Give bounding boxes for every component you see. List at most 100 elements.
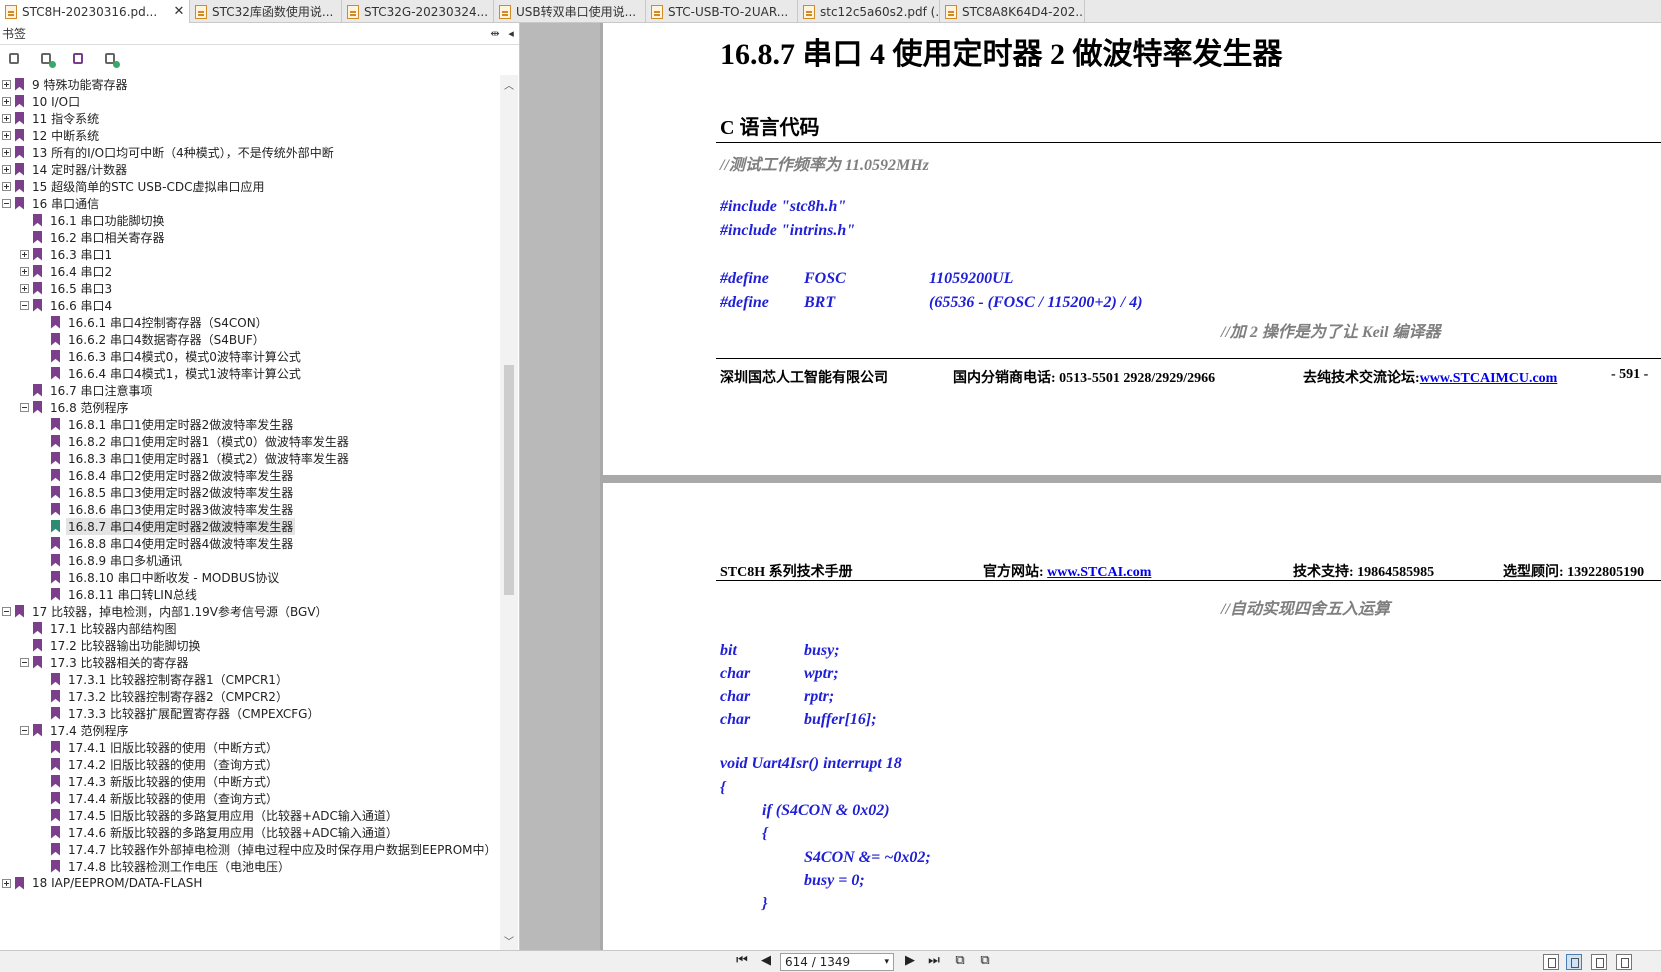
collapse-icon[interactable] <box>20 657 29 667</box>
bookmark-item[interactable]: 16.8.11 串口转LIN总线 <box>0 585 500 603</box>
collapse-icon[interactable] <box>20 300 29 310</box>
bookmark-item[interactable]: 17.4 范例程序 <box>0 721 500 739</box>
bookmark-item[interactable]: 16.4 串口2 <box>0 262 500 280</box>
bookmark-add-icon[interactable] <box>38 51 56 69</box>
bookmark-item[interactable]: 16.8.9 串口多机通讯 <box>0 551 500 569</box>
bookmark-item[interactable]: 16 串口通信 <box>0 194 500 212</box>
expand-icon[interactable] <box>2 96 11 106</box>
chevron-down-icon[interactable]: ▾ <box>884 954 889 970</box>
tab-close-icon[interactable]: ✕ <box>172 4 186 19</box>
expand-icon[interactable] <box>2 113 11 123</box>
collapse-icon[interactable] <box>20 402 29 412</box>
bookmark-item[interactable]: 17 比较器，掉电检测，内部1.19V参考信号源（BGV） <box>0 602 500 620</box>
page-number-field[interactable]: 614 / 1349 ▾ <box>780 953 894 971</box>
collapse-icon[interactable] <box>20 725 29 735</box>
bookmark-item[interactable]: 16.8.2 串口1使用定时器1（模式0）做波特率发生器 <box>0 432 500 450</box>
bookmark-item[interactable]: 16.8.10 串口中断收发 - MODBUS协议 <box>0 568 500 586</box>
view-forward-icon[interactable]: ⧉ <box>975 953 995 968</box>
panel-options-icon[interactable]: ⇹ <box>487 27 503 40</box>
bookmark-item[interactable]: 17.4.5 旧版比较器的多路复用应用（比较器+ADC输入通道） <box>0 806 500 824</box>
expand-icon[interactable] <box>2 147 11 157</box>
bookmark-item[interactable]: 16.3 串口1 <box>0 245 500 263</box>
bookmark-item[interactable]: 16.8.7 串口4使用定时器2做波特率发生器 <box>0 517 500 535</box>
bookmark-item[interactable]: 9 特殊功能寄存器 <box>0 75 500 93</box>
tab-document[interactable]: STC32G-20230324... <box>342 0 494 23</box>
bookmark-item[interactable]: 17.2 比较器输出功能脚切换 <box>0 636 500 654</box>
facing-view-icon[interactable] <box>1591 954 1607 970</box>
collapse-icon[interactable] <box>2 606 11 616</box>
bookmark-item[interactable]: 17.4.8 比较器检测工作电压（电池电压） <box>0 857 500 875</box>
bookmark-item[interactable]: 14 定时器/计数器 <box>0 160 500 178</box>
bookmark-search-icon[interactable] <box>102 51 120 69</box>
expand-icon[interactable] <box>2 181 11 191</box>
tab-document[interactable]: USB转双串口使用说... <box>494 0 646 23</box>
bookmark-item[interactable]: 16.6 串口4 <box>0 296 500 314</box>
expand-icon[interactable] <box>20 249 29 259</box>
expand-icon[interactable] <box>20 283 29 293</box>
bookmark-item[interactable]: 16.8.4 串口2使用定时器2做波特率发生器 <box>0 466 500 484</box>
bookmark-item[interactable]: 17.3.3 比较器扩展配置寄存器（CMPEXCFG） <box>0 704 500 722</box>
tab-document[interactable]: STC8A8K64D4-202... <box>940 0 1085 23</box>
expand-icon[interactable] <box>2 79 11 89</box>
prev-page-icon[interactable]: ◀ <box>756 953 776 968</box>
bookmark-item[interactable]: 17.4.6 新版比较器的多路复用应用（比较器+ADC输入通道） <box>0 823 500 841</box>
bookmark-label: 16.8.10 串口中断收发 - MODBUS协议 <box>68 570 280 585</box>
bookmark-expand-icon[interactable] <box>6 51 24 69</box>
bookmark-item[interactable]: 16.6.1 串口4控制寄存器（S4CON） <box>0 313 500 331</box>
view-back-icon[interactable]: ⧉ <box>950 953 970 968</box>
bookmark-item[interactable]: 16.8 范例程序 <box>0 398 500 416</box>
scroll-down-icon[interactable]: ﹀ <box>500 933 518 948</box>
bookmark-item[interactable]: 16.8.5 串口3使用定时器2做波特率发生器 <box>0 483 500 501</box>
bookmark-item[interactable]: 15 超级简单的STC USB-CDC虚拟串口应用 <box>0 177 500 195</box>
bookmark-item[interactable]: 16.6.3 串口4模式0，模式0波特率计算公式 <box>0 347 500 365</box>
bookmark-item[interactable]: 16.7 串口注意事项 <box>0 381 500 399</box>
bookmark-item[interactable]: 17.3.2 比较器控制寄存器2（CMPCR2） <box>0 687 500 705</box>
bookmark-item[interactable]: 17.3.1 比较器控制寄存器1（CMPCR1） <box>0 670 500 688</box>
bookmark-goto-icon[interactable] <box>70 51 88 69</box>
first-page-icon[interactable]: ⏮ <box>732 953 752 968</box>
tab-document[interactable]: stc12c5a60s2.pdf (... <box>798 0 940 23</box>
bookmark-item[interactable]: 18 IAP/EEPROM/DATA-FLASH <box>0 874 500 892</box>
bookmark-item[interactable]: 16.2 串口相关寄存器 <box>0 228 500 246</box>
bookmark-item[interactable]: 16.1 串口功能脚切换 <box>0 211 500 229</box>
expand-icon[interactable] <box>20 266 29 276</box>
bookmark-item[interactable]: 17.4.4 新版比较器的使用（查询方式） <box>0 789 500 807</box>
bookmark-item[interactable]: 17.1 比较器内部结构图 <box>0 619 500 637</box>
next-page-icon[interactable]: ▶ <box>900 953 920 968</box>
expand-icon[interactable] <box>2 878 11 888</box>
scroll-up-icon[interactable]: ︿ <box>500 77 518 92</box>
cover-view-icon[interactable] <box>1616 954 1632 970</box>
bookmark-item[interactable]: 17.4.2 旧版比较器的使用（查询方式） <box>0 755 500 773</box>
bookmark-item[interactable]: 16.8.1 串口1使用定时器2做波特率发生器 <box>0 415 500 433</box>
bookmark-item[interactable]: 16.5 串口3 <box>0 279 500 297</box>
forum-link[interactable]: www.STCAIMCU.com <box>1420 371 1558 386</box>
bookmark-item[interactable]: 17.4.7 比较器作外部掉电检测（掉电过程中应及时保存用户数据到EEPROM中… <box>0 840 500 858</box>
bookmark-item[interactable]: 13 所有的I/O口均可中断（4种模式），不是传统外部中断 <box>0 143 500 161</box>
bookmark-item[interactable]: 10 I/O口 <box>0 92 500 110</box>
tab-document[interactable]: STC-USB-TO-2UAR... <box>646 0 798 23</box>
bookmark-item[interactable]: 17.4.3 新版比较器的使用（中断方式） <box>0 772 500 790</box>
bookmark-item[interactable]: 17.3 比较器相关的寄存器 <box>0 653 500 671</box>
bookmark-label: 17.2 比较器输出功能脚切换 <box>50 638 201 653</box>
bookmark-scroll-thumb[interactable] <box>504 365 514 595</box>
bookmark-item[interactable]: 16.6.4 串口4模式1，模式1波特率计算公式 <box>0 364 500 382</box>
collapse-icon[interactable] <box>2 198 11 208</box>
panel-collapse-icon[interactable]: ◂ <box>503 27 519 40</box>
bookmark-item[interactable]: 11 指令系统 <box>0 109 500 127</box>
site-link[interactable]: www.STCAI.com <box>1047 565 1151 580</box>
panel-splitter[interactable] <box>520 23 600 950</box>
expand-icon[interactable] <box>2 164 11 174</box>
bookmark-item[interactable]: 16.8.8 串口4使用定时器4做波特率发生器 <box>0 534 500 552</box>
bookmark-item[interactable]: 17.4.1 旧版比较器的使用（中断方式） <box>0 738 500 756</box>
bookmark-item[interactable]: 16.6.2 串口4数据寄存器（S4BUF） <box>0 330 500 348</box>
last-page-icon[interactable]: ⏭ <box>924 953 944 968</box>
continuous-view-icon[interactable] <box>1566 954 1582 970</box>
bookmark-scrollbar[interactable]: ︿ ﹀ <box>500 75 518 950</box>
expand-icon[interactable] <box>2 130 11 140</box>
tab-document[interactable]: STC8H-20230316.pd... ✕ <box>0 0 190 23</box>
bookmark-item[interactable]: 12 中断系统 <box>0 126 500 144</box>
single-page-view-icon[interactable] <box>1543 954 1559 970</box>
bookmark-item[interactable]: 16.8.3 串口1使用定时器1（模式2）做波特率发生器 <box>0 449 500 467</box>
bookmark-item[interactable]: 16.8.6 串口3使用定时器3做波特率发生器 <box>0 500 500 518</box>
tab-document[interactable]: STC32库函数使用说... <box>190 0 342 23</box>
